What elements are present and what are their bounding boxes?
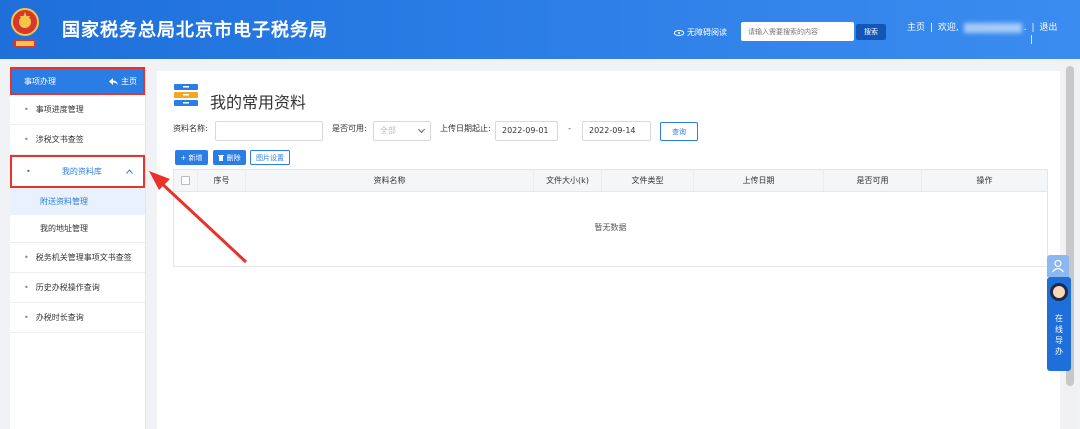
page-scrollbar[interactable] bbox=[1064, 62, 1076, 429]
welcome-text: 欢迎, bbox=[937, 23, 959, 33]
sidebar-item-duration[interactable]: 办税时长查询 bbox=[10, 303, 145, 333]
sidebar-item-history[interactable]: 历史办税操作查询 bbox=[10, 273, 145, 303]
link-separator-3: | bbox=[1030, 35, 1034, 45]
link-separator-2: | bbox=[1031, 23, 1035, 33]
delete-button[interactable]: 删除 bbox=[213, 150, 246, 165]
chevron-up-icon bbox=[126, 169, 133, 174]
select-all-checkbox[interactable] bbox=[181, 176, 190, 185]
online-guide-widget[interactable]: 在线导办 bbox=[1047, 255, 1071, 371]
sidebar-item-my-library-label: 我的资料库 bbox=[61, 167, 102, 176]
image-settings-button[interactable]: 图片设置 bbox=[250, 150, 290, 165]
trash-icon bbox=[218, 154, 225, 161]
sidebar: 事项办理 主页 事项进度管理 涉税文书查签 我的资料库 附送资料管理 我的地址管… bbox=[10, 67, 146, 429]
sidebar-home-label: 主页 bbox=[121, 76, 137, 86]
add-button[interactable]: + 新增 bbox=[175, 150, 208, 165]
empty-state-text: 暂无数据 bbox=[594, 223, 627, 232]
logout-link[interactable]: 退出 bbox=[1039, 23, 1057, 33]
sidebar-item-my-library[interactable]: 我的资料库 bbox=[10, 155, 145, 188]
person-icon-box[interactable] bbox=[1047, 255, 1069, 277]
sidebar-header: 事项办理 主页 bbox=[10, 67, 145, 95]
eye-icon bbox=[674, 29, 684, 36]
search-button[interactable]: 搜索 bbox=[856, 24, 886, 40]
sidebar-item-authority-docs[interactable]: 税务机关管理事项文书查签 bbox=[10, 243, 145, 273]
table-header: 序号 资料名称 文件大小(k) 文件类型 上传日期 是否可用 操作 bbox=[174, 170, 1047, 192]
col-size: 文件大小(k) bbox=[534, 170, 602, 191]
database-icon bbox=[174, 84, 198, 106]
available-filter-label: 是否可用: bbox=[332, 124, 367, 133]
top-user-links: 主页 | 欢迎,. | 退出 bbox=[907, 20, 1059, 33]
sidebar-subitem-addresses[interactable]: 我的地址管理 bbox=[10, 215, 145, 243]
guide-body[interactable]: 在线导办 bbox=[1047, 277, 1071, 371]
name-filter-label: 资料名称: bbox=[173, 124, 208, 133]
assistant-avatar-icon bbox=[1050, 283, 1068, 301]
blurred-username bbox=[963, 22, 1022, 33]
query-button[interactable]: 查询 bbox=[660, 122, 698, 141]
name-filter-input[interactable] bbox=[215, 121, 323, 141]
data-table: 序号 资料名称 文件大小(k) 文件类型 上传日期 是否可用 操作 暂无数据 bbox=[173, 169, 1048, 267]
date-filter-label: 上传日期起止: bbox=[440, 124, 491, 133]
available-select-value: 全部 bbox=[380, 126, 396, 135]
date-from-input[interactable]: 2022-09-01 bbox=[495, 121, 558, 141]
available-select[interactable]: 全部 bbox=[373, 121, 431, 141]
back-arrow-icon bbox=[109, 77, 119, 85]
col-actions: 操作 bbox=[976, 176, 993, 185]
main-panel: 我的常用资料 资料名称: 是否可用: 全部 上传日期起止: 2022-09-01… bbox=[157, 71, 1060, 429]
guide-label: 在线导办 bbox=[1055, 314, 1063, 356]
accessibility-label: 无障碍阅读 bbox=[687, 28, 727, 37]
page-title: 我的常用资料 bbox=[210, 93, 307, 112]
sidebar-item-tax-docs[interactable]: 涉税文书查签 bbox=[10, 125, 145, 155]
col-upload-date: 上传日期 bbox=[694, 170, 824, 191]
top-header: 国家税务总局北京市电子税务局 无障碍阅读 搜索 主页 | 欢迎,. | 退出 | bbox=[0, 0, 1080, 59]
col-name: 资料名称 bbox=[246, 170, 534, 191]
chevron-down-icon bbox=[417, 125, 426, 134]
site-title: 国家税务总局北京市电子税务局 bbox=[62, 20, 328, 41]
sidebar-subitem-attachments[interactable]: 附送资料管理 bbox=[10, 188, 145, 215]
user-suffix: . bbox=[1023, 23, 1027, 33]
link-separator: | bbox=[929, 23, 933, 33]
col-type: 文件类型 bbox=[602, 170, 694, 191]
search-input[interactable] bbox=[741, 22, 854, 41]
national-emblem-icon bbox=[11, 8, 39, 48]
sidebar-item-progress[interactable]: 事项进度管理 bbox=[10, 95, 145, 125]
person-icon bbox=[1052, 259, 1064, 273]
home-link[interactable]: 主页 bbox=[907, 23, 925, 33]
delete-button-label: 删除 bbox=[226, 153, 241, 162]
col-available: 是否可用 bbox=[824, 170, 922, 191]
date-to-input[interactable]: 2022-09-14 bbox=[582, 121, 651, 141]
sidebar-home-link[interactable]: 主页 bbox=[109, 76, 137, 87]
select-all-cell bbox=[174, 170, 198, 191]
date-separator: - bbox=[568, 124, 572, 134]
sidebar-header-label: 事项办理 bbox=[24, 76, 56, 86]
col-index: 序号 bbox=[198, 170, 246, 191]
accessibility-link[interactable]: 无障碍阅读 bbox=[674, 27, 727, 38]
